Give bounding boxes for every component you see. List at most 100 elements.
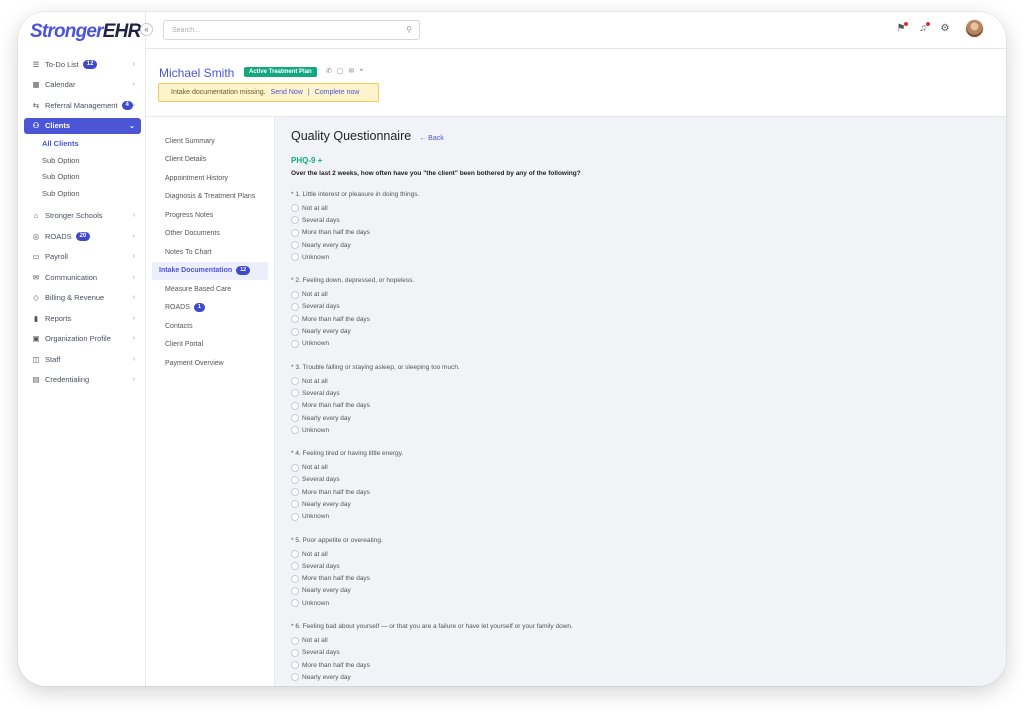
radio-option[interactable]: Nearly every day (291, 412, 990, 424)
radio-option[interactable]: Unknown (291, 251, 990, 263)
radio-button[interactable] (291, 315, 299, 324)
sidebar-item-calendar[interactable]: ▦ Calendar › (24, 75, 141, 96)
phone-icon[interactable]: ✆ (326, 67, 332, 75)
radio-option[interactable]: Not at all (291, 634, 990, 646)
radio-option[interactable]: Not at all (291, 461, 990, 473)
radio-option[interactable]: More than half the days (291, 227, 990, 239)
sidebar-item-roads[interactable]: ◎ ROADS 20 › (24, 226, 141, 247)
tab-intake-documentation[interactable]: Intake Documentation 12 (152, 261, 268, 280)
radio-option[interactable]: Several days (291, 301, 990, 313)
radio-button[interactable] (291, 377, 299, 386)
radio-button[interactable] (291, 475, 299, 484)
radio-button[interactable] (291, 574, 299, 583)
radio-button[interactable] (291, 500, 299, 509)
radio-option[interactable]: More than half the days (291, 573, 990, 585)
radio-button[interactable] (291, 302, 299, 311)
radio-button[interactable] (291, 389, 299, 398)
radio-button[interactable] (291, 673, 299, 682)
bell-icon[interactable]: ♫ (917, 21, 930, 35)
location-icon[interactable]: ⌖ (359, 67, 363, 75)
radio-button[interactable] (291, 339, 299, 348)
tab-client-details[interactable]: Client Details (152, 151, 268, 170)
radio-option[interactable]: Not at all (291, 548, 990, 560)
tab-diagnosis-treatment-plans[interactable]: Diagnosis & Treatment Plans (152, 188, 268, 207)
radio-button[interactable] (291, 648, 299, 657)
sidebar-item-billing-revenue[interactable]: ◇ Billing & Revenue › (24, 288, 141, 309)
sidebar-item-organization-profile[interactable]: ▣ Organization Profile › (24, 329, 141, 350)
radio-option[interactable]: Several days (291, 387, 990, 399)
sidebar-item-staff[interactable]: ◫ Staff › (24, 349, 141, 370)
mail-icon[interactable]: ✉ (349, 67, 355, 75)
radio-button[interactable] (291, 512, 299, 521)
radio-button[interactable] (291, 216, 299, 225)
sidebar-subitem-option[interactable]: Sub Option (24, 152, 141, 169)
back-link[interactable]: ← Back (419, 135, 444, 142)
radio-button[interactable] (291, 586, 299, 595)
tab-other-documents[interactable]: Other Documents (152, 225, 268, 244)
radio-option[interactable]: Several days (291, 647, 990, 659)
flag-icon[interactable]: ⚑ (895, 21, 908, 35)
sidebar-item-stronger-schools[interactable]: ⌂ Stronger Schools › (24, 206, 141, 227)
tab-contacts[interactable]: Contacts (152, 317, 268, 336)
radio-option[interactable]: More than half the days (291, 659, 990, 671)
radio-option[interactable]: More than half the days (291, 313, 990, 325)
radio-button[interactable] (291, 241, 299, 250)
sidebar-subitem-option[interactable]: Sub Option (24, 169, 141, 186)
radio-button[interactable] (291, 401, 299, 410)
avatar[interactable] (965, 19, 984, 38)
radio-option[interactable]: Nearly every day (291, 671, 990, 683)
radio-option[interactable]: Several days (291, 214, 990, 226)
radio-option[interactable]: Not at all (291, 202, 990, 214)
radio-button[interactable] (291, 414, 299, 422)
sidebar-item-credentialing[interactable]: ▤ Credentialing › (24, 370, 141, 391)
sidebar-item-payroll[interactable]: ▭ Payroll › (24, 247, 141, 268)
radio-button[interactable] (291, 253, 299, 262)
message-icon[interactable]: ▢ (337, 67, 344, 75)
radio-option[interactable]: Not at all (291, 375, 990, 387)
tab-roads[interactable]: ROADS 1 (152, 299, 268, 318)
radio-button[interactable] (291, 562, 299, 571)
collapse-sidebar-button[interactable]: « (140, 23, 153, 36)
tab-client-summary[interactable]: Client Summary (152, 132, 268, 151)
radio-button[interactable] (291, 636, 299, 645)
radio-button[interactable] (291, 488, 299, 497)
radio-option[interactable]: Nearly every day (291, 498, 990, 510)
radio-button[interactable] (291, 463, 299, 472)
sidebar-item-communication[interactable]: ✉ Communication › (24, 267, 141, 288)
tab-measure-based-care[interactable]: Measure Based Care (152, 280, 268, 299)
radio-option[interactable]: Unknown (291, 684, 990, 686)
radio-button[interactable] (291, 290, 299, 299)
radio-option[interactable]: Nearly every day (291, 585, 990, 597)
radio-button[interactable] (291, 228, 299, 237)
radio-option[interactable]: Unknown (291, 597, 990, 609)
sidebar-item-referral-management[interactable]: ⇆ Referral Management 4 › (24, 95, 141, 116)
radio-button[interactable] (291, 599, 299, 608)
radio-option[interactable]: Unknown (291, 511, 990, 523)
radio-button[interactable] (291, 661, 299, 670)
radio-option[interactable]: Nearly every day (291, 325, 990, 337)
radio-button[interactable] (291, 327, 299, 336)
radio-button[interactable] (291, 550, 299, 559)
radio-option[interactable]: More than half the days (291, 486, 990, 498)
tab-payment-overview[interactable]: Payment Overview (152, 354, 268, 373)
tab-appointment-history[interactable]: Appointment History (152, 169, 268, 188)
sidebar-subitem-all-clients[interactable]: All Clients (24, 136, 141, 153)
radio-option[interactable]: Unknown (291, 424, 990, 436)
sidebar-item-reports[interactable]: ▮ Reports › (24, 308, 141, 329)
radio-option[interactable]: Several days (291, 560, 990, 572)
radio-option[interactable]: Unknown (291, 338, 990, 350)
radio-option[interactable]: Several days (291, 474, 990, 486)
radio-option[interactable]: Nearly every day (291, 239, 990, 251)
tab-client-portal[interactable]: Client Portal (152, 336, 268, 355)
tab-notes-to-chart[interactable]: Notes To Chart (152, 243, 268, 262)
radio-button[interactable] (291, 204, 299, 213)
radio-option[interactable]: Not at all (291, 288, 990, 300)
sidebar-item-clients[interactable]: ⚇ Clients ⌄ (24, 117, 141, 134)
sidebar-subitem-option[interactable]: Sub Option (24, 185, 141, 202)
gear-icon[interactable]: ⚙ (939, 23, 951, 35)
search-input[interactable]: Search... ⚲ (163, 20, 420, 40)
tab-progress-notes[interactable]: Progress Notes (152, 206, 268, 225)
complete-now-link[interactable]: Complete now (315, 89, 360, 96)
radio-button[interactable] (291, 426, 299, 435)
radio-option[interactable]: More than half the days (291, 400, 990, 412)
